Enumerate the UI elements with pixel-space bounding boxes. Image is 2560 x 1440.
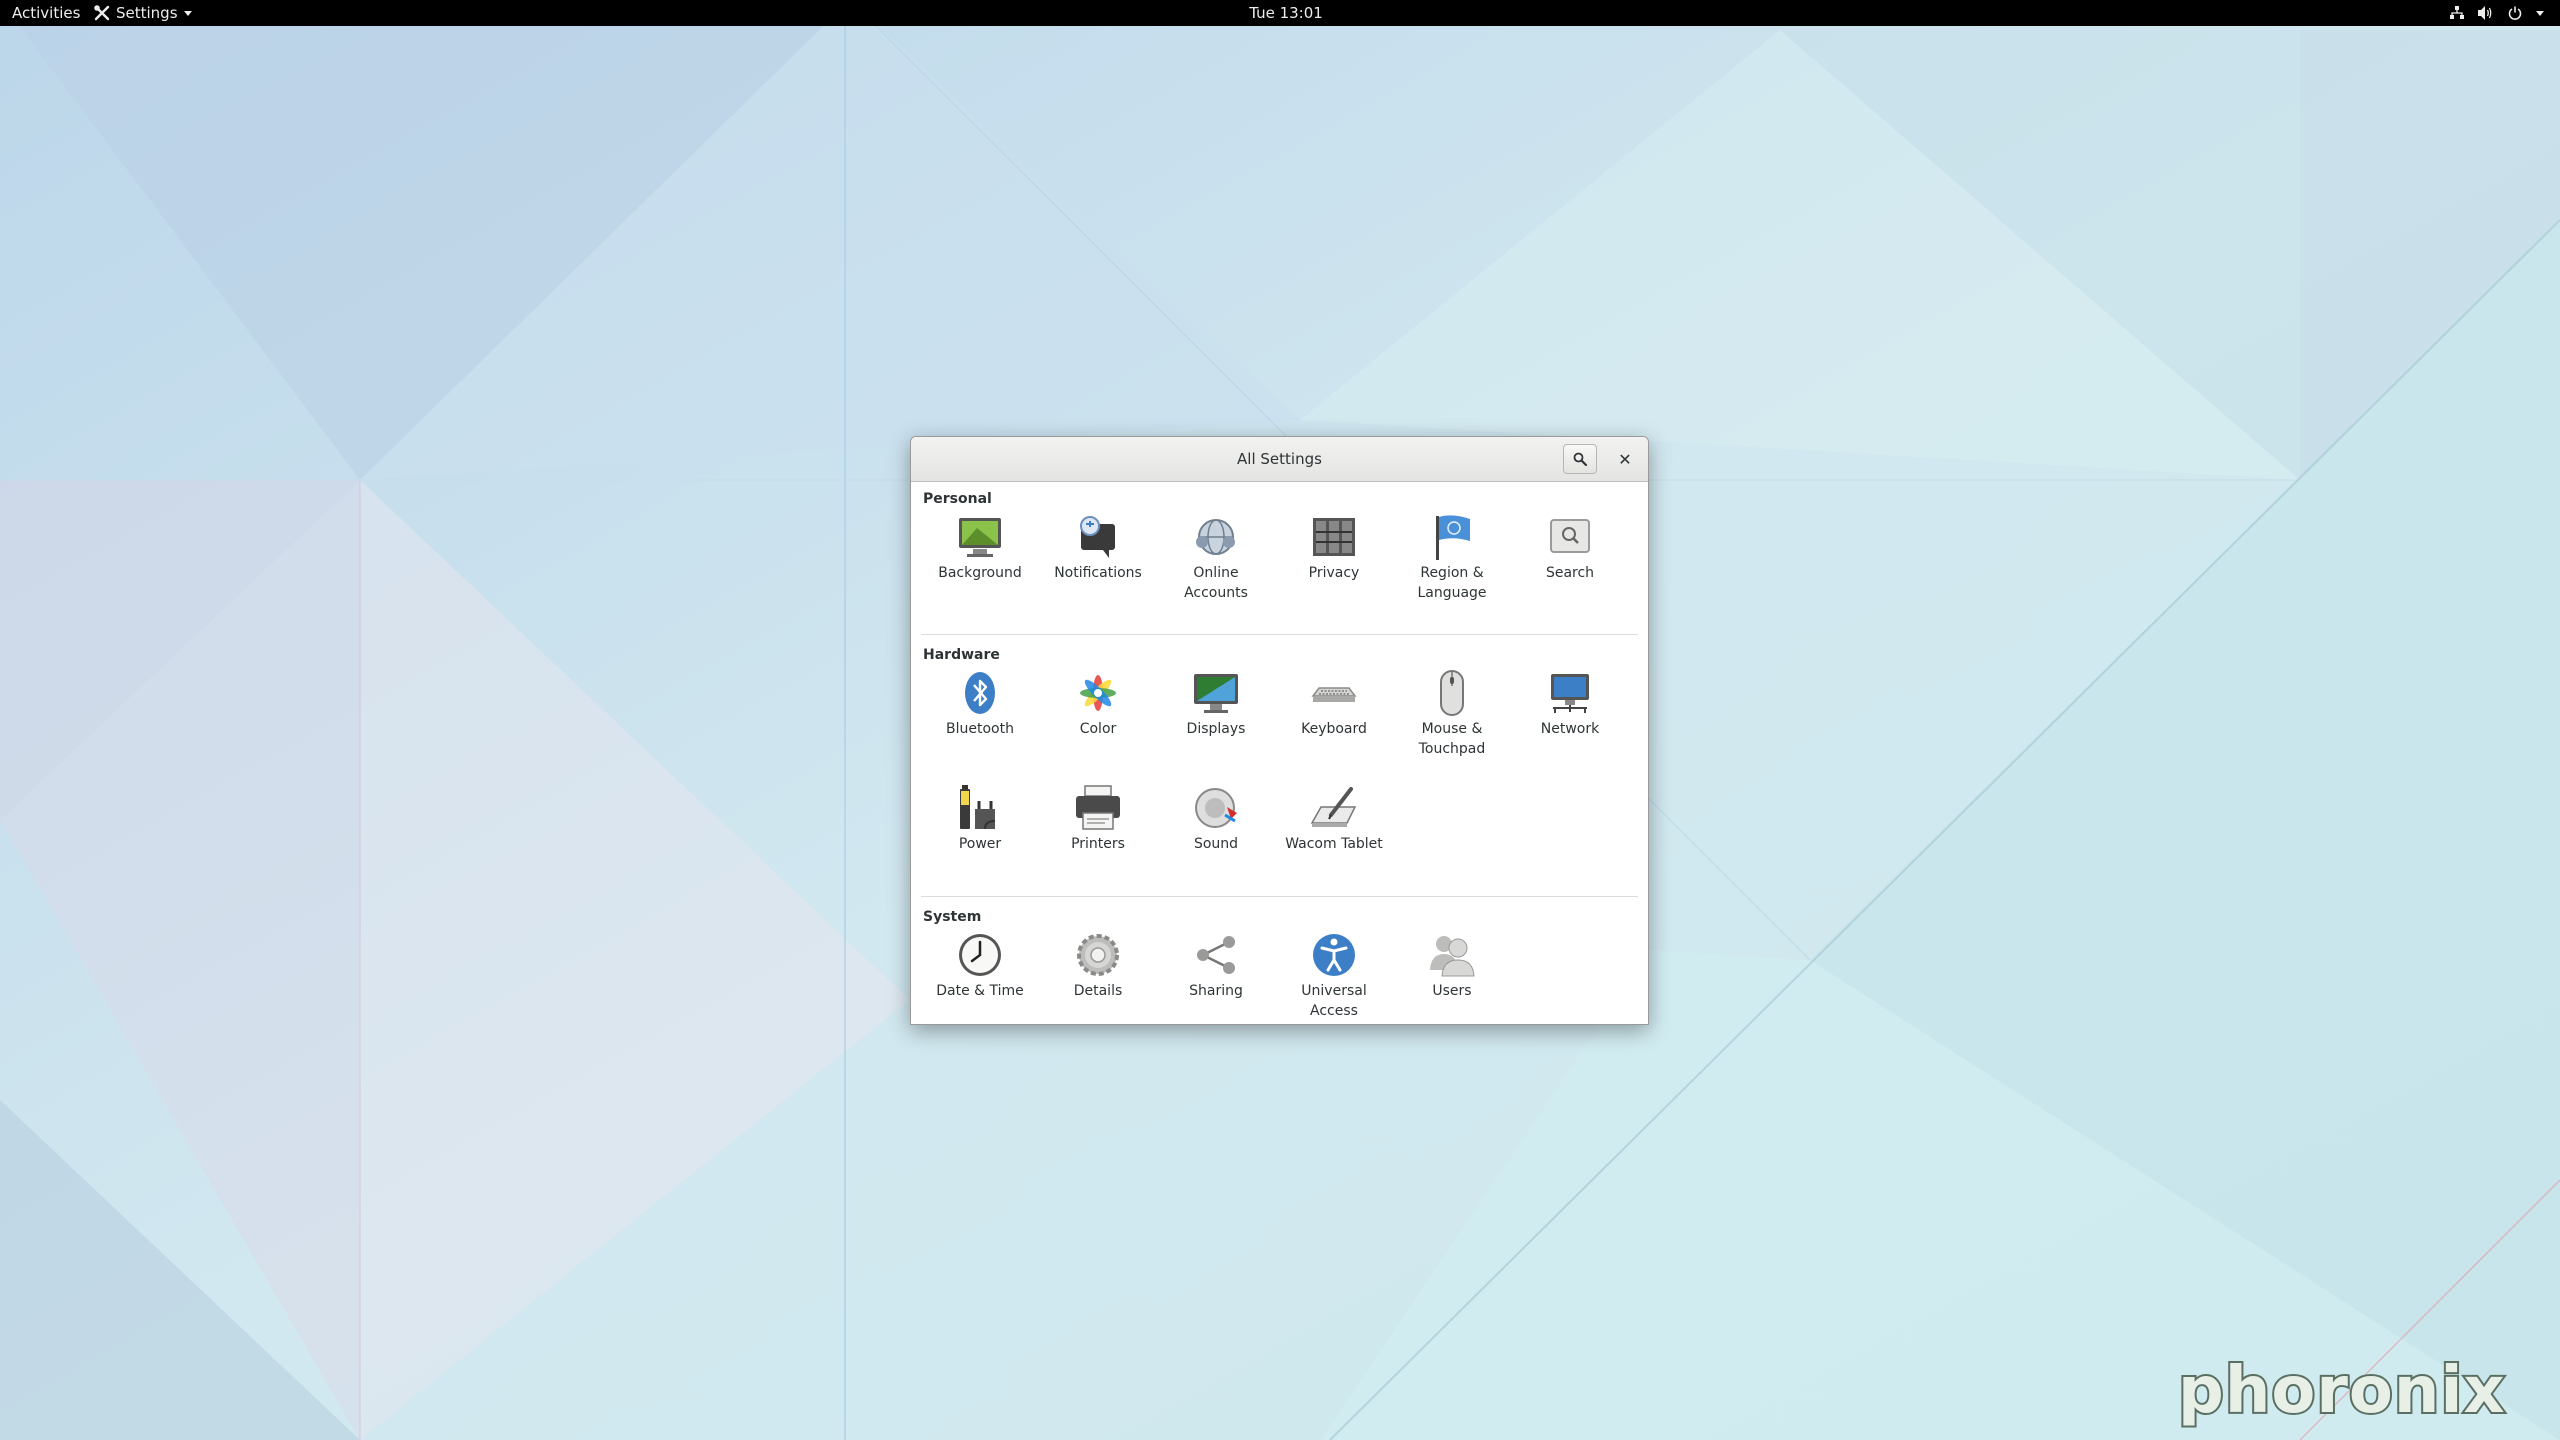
panel-label: Universal Access [1301,983,1367,1019]
panel-label: Wacom Tablet [1285,836,1383,852]
panel-power[interactable]: Power [921,781,1039,891]
share-icon [1197,936,1235,974]
panel-label: Online Accounts [1184,565,1248,601]
panel-network[interactable]: Network [1511,666,1629,776]
panel-label: Date & Time [936,983,1024,999]
flag-icon [1436,515,1470,560]
panel-label: Search [1545,565,1595,581]
panel-universal-access[interactable]: Universal Access [1275,928,1393,1024]
panel-label: Displays [1186,721,1246,737]
chevron-down-icon [2536,10,2544,16]
panel-label: Details [1073,983,1123,999]
section-title-personal: Personal [923,491,992,507]
panel-printers[interactable]: Printers [1039,781,1157,891]
phoronix-watermark: phoronix [2178,1352,2507,1430]
search-icon [1573,452,1587,466]
printer-icon [1076,785,1120,830]
panel-label: Region & Language [1417,565,1487,601]
panel-label: Bluetooth [946,721,1014,737]
network-icon [2450,6,2464,19]
search-icon [1550,519,1590,553]
privacy-icon [1313,518,1355,556]
close-button[interactable]: ✕ [1612,446,1638,472]
section-title-system: System [923,909,982,925]
close-icon: ✕ [1618,449,1632,469]
background-icon [959,518,1001,557]
panel-label: Sound [1193,836,1239,852]
power-battery-icon [960,785,996,830]
mouse-icon [1440,670,1464,716]
panel-mouse-touchpad[interactable]: Mouse & Touchpad [1393,666,1511,776]
clock-label[interactable]: Tue 13:01 [1249,4,1323,22]
panel-background[interactable]: Background [921,510,1039,620]
clock-icon [959,934,1001,976]
panel-details[interactable]: Details [1039,928,1157,1024]
panel-users[interactable]: Users [1393,928,1511,1024]
gear-icon [1077,934,1119,976]
volume-icon [2478,6,2492,20]
users-icon [1430,936,1475,977]
watermark-text: phoronix [2178,1354,2506,1428]
app-menu-button[interactable]: Settings [88,0,198,26]
settings-window: All Settings ✕ Personal Background Notif… [910,436,1649,1025]
speaker-icon [1195,788,1237,828]
network-icon [1551,674,1589,713]
online-accounts-icon [1196,519,1235,555]
panel-date-time[interactable]: Date & Time [921,928,1039,1024]
window-title: All Settings [1237,450,1322,468]
panel-bluetooth[interactable]: Bluetooth [921,666,1039,776]
panel-region-language[interactable]: Region & Language [1393,510,1511,620]
panel-label: Privacy [1308,565,1360,581]
top-bar: Activities Settings Tue 13:01 [0,0,2560,26]
panel-label: Mouse & Touchpad [1418,721,1486,757]
system-status-menu[interactable] [2444,0,2550,26]
section-title-hardware: Hardware [923,647,1000,663]
panel-label: Power [958,836,1002,852]
settings-tools-icon [94,5,110,21]
chevron-down-icon [183,10,192,16]
search-button[interactable] [1563,444,1597,474]
panel-label: Users [1432,983,1472,999]
keyboard-icon [1311,687,1357,702]
panel-notifications[interactable]: Notifications [1039,510,1157,620]
panel-label: Printers [1071,836,1125,852]
panel-keyboard[interactable]: Keyboard [1275,666,1393,776]
panel-online-accounts[interactable]: Online Accounts [1157,510,1275,620]
panel-sharing[interactable]: Sharing [1157,928,1275,1024]
color-icon [1080,675,1116,711]
panel-label: Notifications [1054,565,1142,581]
panel-privacy[interactable]: Privacy [1275,510,1393,620]
power-icon [2508,6,2522,20]
section-personal: Personal Background Notifications Online… [921,482,1638,634]
panel-label: Network [1540,721,1600,737]
panel-wacom-tablet[interactable]: Wacom Tablet [1275,781,1393,891]
panel-label: Sharing [1189,983,1243,999]
activities-label: Activities [12,4,81,22]
header-bar: All Settings ✕ [911,437,1648,482]
accessibility-icon [1313,934,1355,976]
clock: Tue 13:01 [0,0,2560,26]
panel-label: Background [938,565,1022,581]
panel-label: Color [1079,721,1117,737]
app-menu-label: Settings [116,4,178,22]
panel-displays[interactable]: Displays [1157,666,1275,776]
panel-label: Keyboard [1301,721,1367,737]
section-system: System Date & Time Details Sharing Unive… [921,897,1638,1024]
settings-overview: Personal Background Notifications Online… [911,482,1648,1024]
section-hardware: Hardware Bluetooth Color Displays Keyboa… [921,635,1638,896]
panel-search[interactable]: Search [1511,510,1629,620]
display-icon [1194,674,1238,713]
bluetooth-icon [965,672,995,714]
panel-sound[interactable]: Sound [1157,781,1275,891]
notifications-icon [1080,516,1115,558]
tablet-icon [1310,787,1357,827]
activities-button[interactable]: Activities [6,0,86,26]
panel-color[interactable]: Color [1039,666,1157,776]
